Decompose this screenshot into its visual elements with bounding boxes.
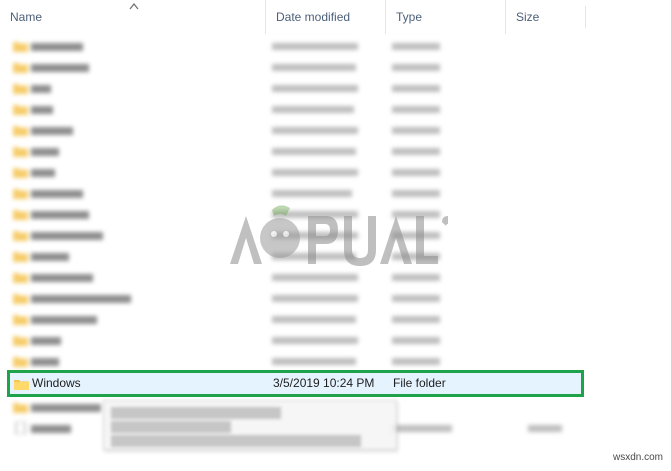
folder-icon (13, 63, 28, 73)
folder-icon (13, 357, 28, 367)
folder-icon (13, 315, 28, 325)
folder-icon (13, 189, 28, 199)
folder-icon (13, 105, 28, 115)
list-item[interactable] (8, 309, 583, 330)
folder-icon (14, 380, 29, 390)
tooltip (103, 400, 397, 450)
list-item[interactable] (8, 57, 583, 78)
folder-icon (13, 126, 28, 136)
list-item[interactable] (8, 330, 583, 351)
folder-icon (13, 168, 28, 178)
column-header-date-modified[interactable]: Date modified (265, 0, 385, 34)
folder-icon (13, 210, 28, 220)
folder-icon (13, 231, 28, 241)
list-item[interactable] (8, 78, 583, 99)
folder-icon (13, 336, 28, 346)
appuals-watermark-logo (230, 205, 448, 266)
column-header-name[interactable]: Name (0, 0, 265, 34)
folder-icon (13, 147, 28, 157)
list-item[interactable] (8, 288, 583, 309)
list-item[interactable] (8, 99, 583, 120)
site-label: wsxdn.com (612, 452, 663, 463)
list-item[interactable] (8, 183, 583, 204)
list-item[interactable] (8, 36, 583, 57)
column-header-size[interactable]: Size (505, 0, 585, 34)
list-item[interactable] (8, 162, 583, 183)
list-item[interactable] (8, 120, 583, 141)
date-modified-value: 3/5/2019 10:24 PM (273, 376, 375, 390)
column-header: Name Date modified Type Size (0, 0, 671, 34)
folder-icon (13, 403, 28, 413)
folder-icon (13, 42, 28, 52)
folder-icon (13, 273, 28, 283)
column-header-type[interactable]: Type (385, 0, 505, 34)
file-name: Windows (32, 376, 81, 390)
folder-icon (13, 294, 28, 304)
list-item-windows-selected[interactable]: Windows 3/5/2019 10:24 PM File folder (7, 370, 584, 397)
list-item[interactable] (8, 141, 583, 162)
type-value: File folder (393, 376, 446, 390)
column-divider (585, 6, 586, 28)
folder-icon (13, 84, 28, 94)
list-item[interactable] (8, 351, 583, 372)
file-icon (15, 422, 26, 434)
folder-icon (13, 252, 28, 262)
